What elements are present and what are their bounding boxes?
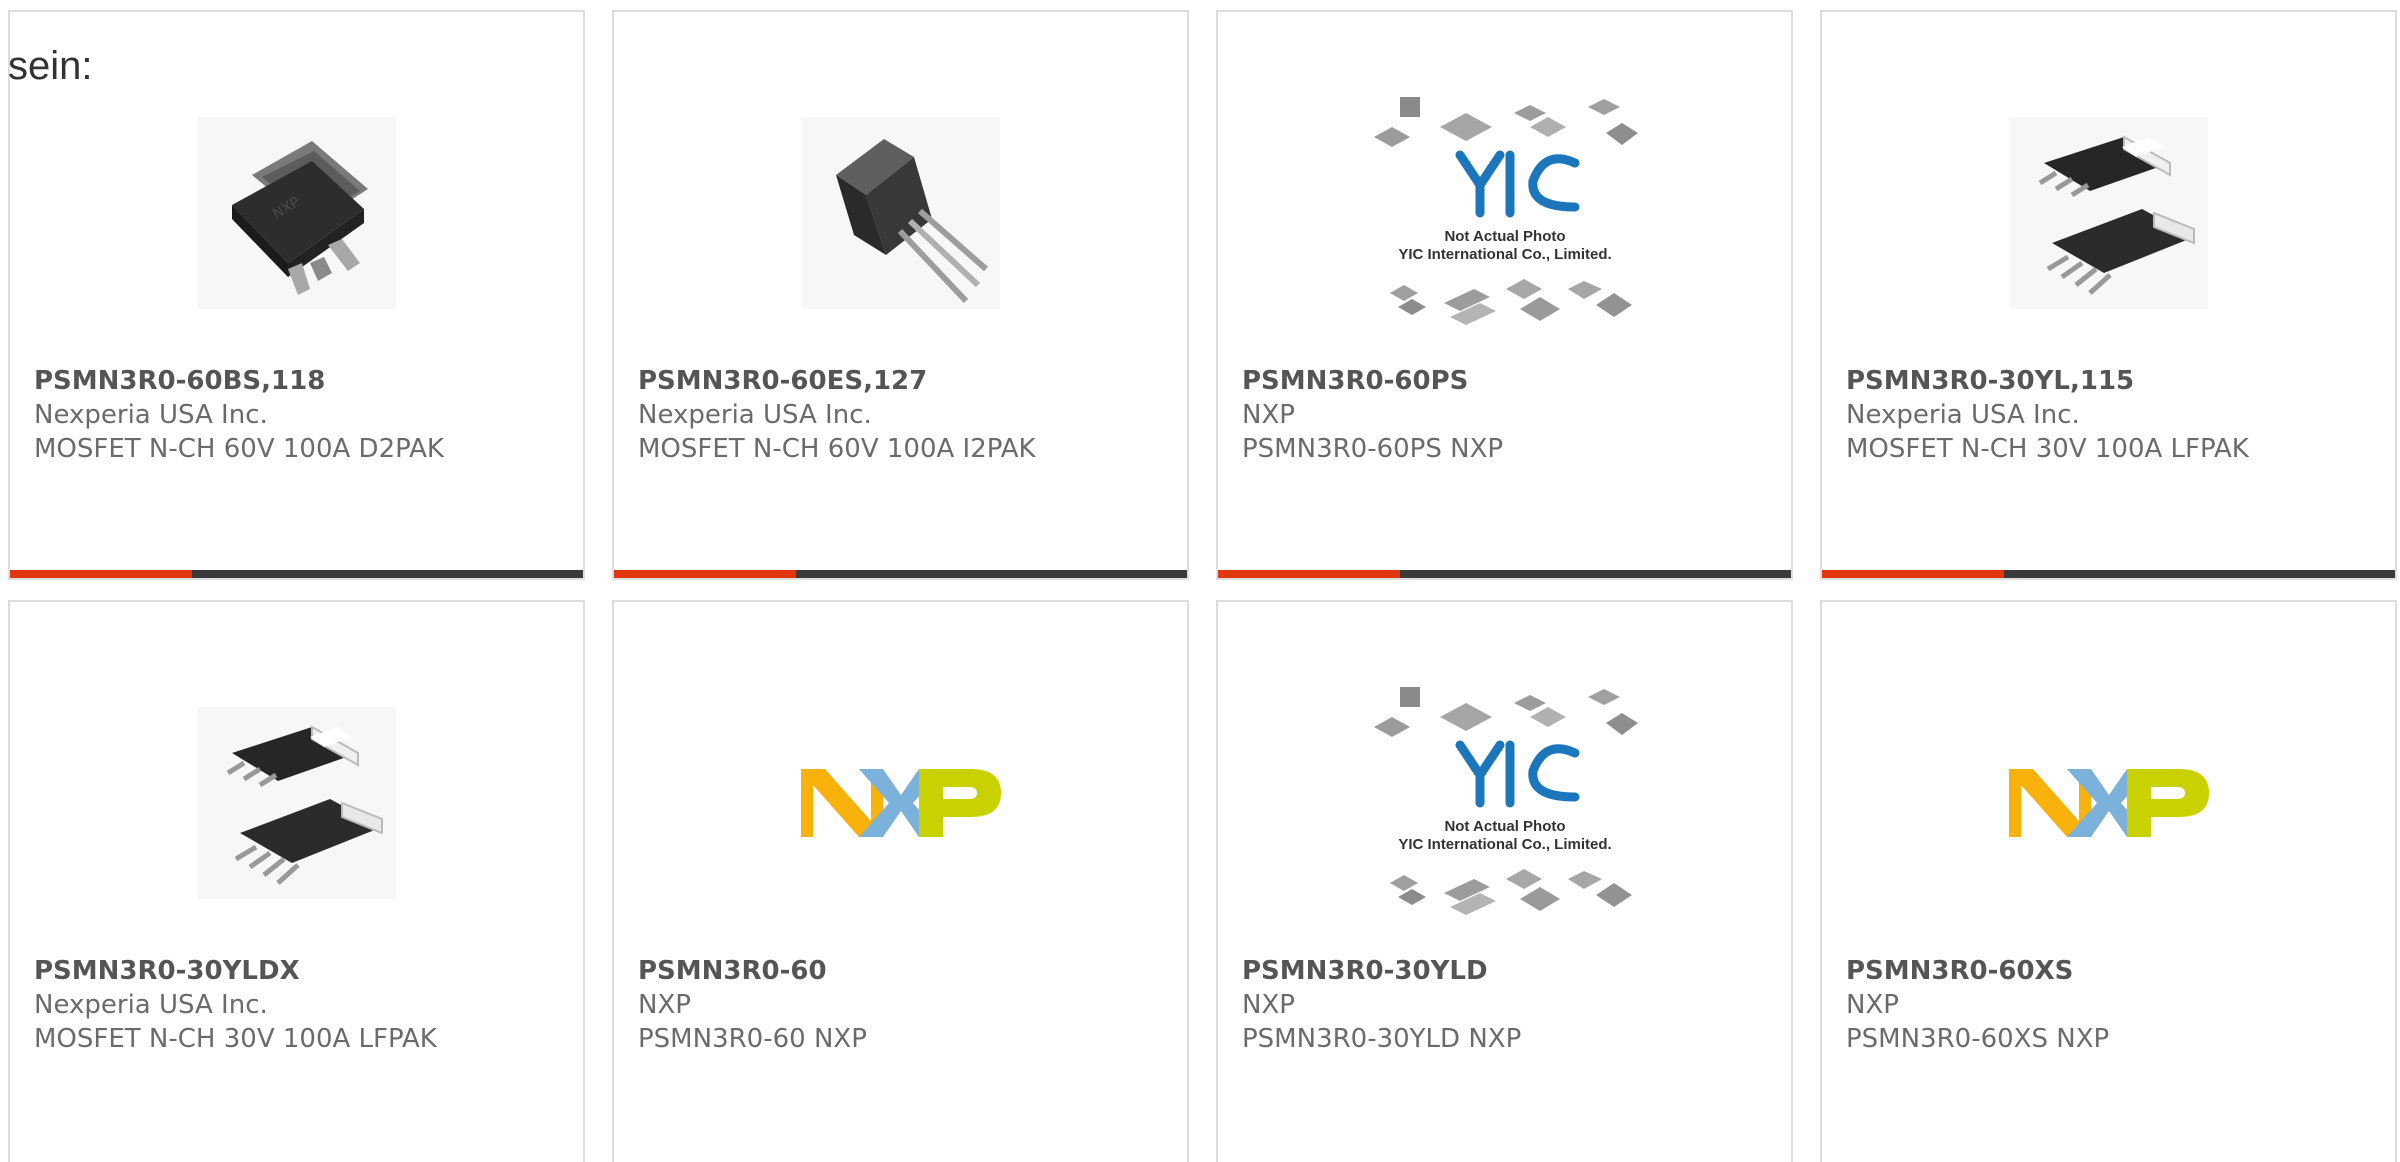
- description-label: MOSFET N-CH 30V 100A LFPAK: [1846, 434, 2249, 464]
- description-label: PSMN3R0-30YLD NXP: [1242, 1024, 1522, 1054]
- d2pak-package-icon: NXP: [197, 117, 396, 309]
- product-card[interactable]: NXP PSMN3R0-60BS,118 Nexperia USA Inc. M…: [8, 10, 585, 580]
- lead-text: sein:: [8, 44, 93, 88]
- image-caption-1: Not Actual Photo: [1444, 818, 1565, 835]
- description-label: MOSFET N-CH 30V 100A LFPAK: [34, 1024, 437, 1054]
- product-grid-page: sein: NXP PSMN3R0-60BS,118 Nexperia USA …: [0, 0, 2400, 1162]
- product-image[interactable]: Not Actual Photo YIC International Co., …: [1218, 78, 1791, 348]
- manufacturer-label: NXP: [1846, 990, 1899, 1020]
- product-image[interactable]: NXP: [10, 78, 583, 348]
- product-image[interactable]: [614, 78, 1187, 348]
- lfpak-package-icon: [2009, 117, 2208, 309]
- card-accent-bar: [1218, 570, 1400, 578]
- description-label: MOSFET N-CH 60V 100A I2PAK: [638, 434, 1036, 464]
- product-card[interactable]: PSMN3R0-60ES,127 Nexperia USA Inc. MOSFE…: [612, 10, 1189, 580]
- part-number-link[interactable]: PSMN3R0-60XS: [1846, 954, 2383, 988]
- card-bottom-bar: [1822, 570, 2395, 578]
- product-card[interactable]: Not Actual Photo YIC International Co., …: [1216, 10, 1793, 580]
- description-label: MOSFET N-CH 60V 100A D2PAK: [34, 434, 444, 464]
- image-caption-1: Not Actual Photo: [1444, 228, 1565, 245]
- product-image[interactable]: [1822, 78, 2395, 348]
- part-number-link[interactable]: PSMN3R0-60ES,127: [638, 364, 1175, 398]
- product-card[interactable]: Not Actual Photo YIC International Co., …: [1216, 600, 1793, 1162]
- manufacturer-label: Nexperia USA Inc.: [638, 400, 872, 430]
- manufacturer-label: Nexperia USA Inc.: [34, 990, 268, 1020]
- product-image[interactable]: [10, 668, 583, 938]
- description-label: PSMN3R0-60 NXP: [638, 1024, 867, 1054]
- nxp-logo-icon: [2008, 769, 2209, 837]
- part-number-link[interactable]: PSMN3R0-30YL,115: [1846, 364, 2383, 398]
- yic-placeholder-icon: Not Actual Photo YIC International Co., …: [1373, 687, 1638, 915]
- card-bottom-bar: [10, 570, 583, 578]
- part-number-link[interactable]: PSMN3R0-60BS,118: [34, 364, 571, 398]
- product-card[interactable]: PSMN3R0-30YLDX Nexperia USA Inc. MOSFET …: [8, 600, 585, 1162]
- i2pak-package-icon: [801, 117, 1000, 309]
- manufacturer-label: Nexperia USA Inc.: [34, 400, 268, 430]
- card-bottom-bar: [614, 570, 1187, 578]
- card-accent-bar: [10, 570, 192, 578]
- card-accent-bar: [1822, 570, 2004, 578]
- lfpak-package-icon: [197, 707, 396, 899]
- product-image[interactable]: [614, 668, 1187, 938]
- description-label: PSMN3R0-60PS NXP: [1242, 434, 1504, 464]
- product-image[interactable]: Not Actual Photo YIC International Co., …: [1218, 668, 1791, 938]
- manufacturer-label: NXP: [1242, 990, 1295, 1020]
- manufacturer-label: NXP: [1242, 400, 1295, 430]
- part-number-link[interactable]: PSMN3R0-30YLDX: [34, 954, 571, 988]
- manufacturer-label: Nexperia USA Inc.: [1846, 400, 2080, 430]
- image-caption-2: YIC International Co., Limited.: [1398, 246, 1611, 263]
- manufacturer-label: NXP: [638, 990, 691, 1020]
- image-caption-2: YIC International Co., Limited.: [1398, 836, 1611, 853]
- part-number-link[interactable]: PSMN3R0-60: [638, 954, 1175, 988]
- description-label: PSMN3R0-60XS NXP: [1846, 1024, 2110, 1054]
- yic-placeholder-icon: Not Actual Photo YIC International Co., …: [1373, 97, 1638, 325]
- card-bottom-bar: [1218, 570, 1791, 578]
- product-card[interactable]: PSMN3R0-30YL,115 Nexperia USA Inc. MOSFE…: [1820, 10, 2397, 580]
- product-card[interactable]: PSMN3R0-60 NXP PSMN3R0-60 NXP: [612, 600, 1189, 1162]
- yic-logo-icon: [1455, 740, 1579, 808]
- product-image[interactable]: [1822, 668, 2395, 938]
- part-number-link[interactable]: PSMN3R0-60PS: [1242, 364, 1779, 398]
- card-accent-bar: [614, 570, 796, 578]
- yic-logo-icon: [1455, 150, 1579, 218]
- nxp-logo-icon: [800, 769, 1001, 837]
- product-card[interactable]: PSMN3R0-60XS NXP PSMN3R0-60XS NXP: [1820, 600, 2397, 1162]
- part-number-link[interactable]: PSMN3R0-30YLD: [1242, 954, 1779, 988]
